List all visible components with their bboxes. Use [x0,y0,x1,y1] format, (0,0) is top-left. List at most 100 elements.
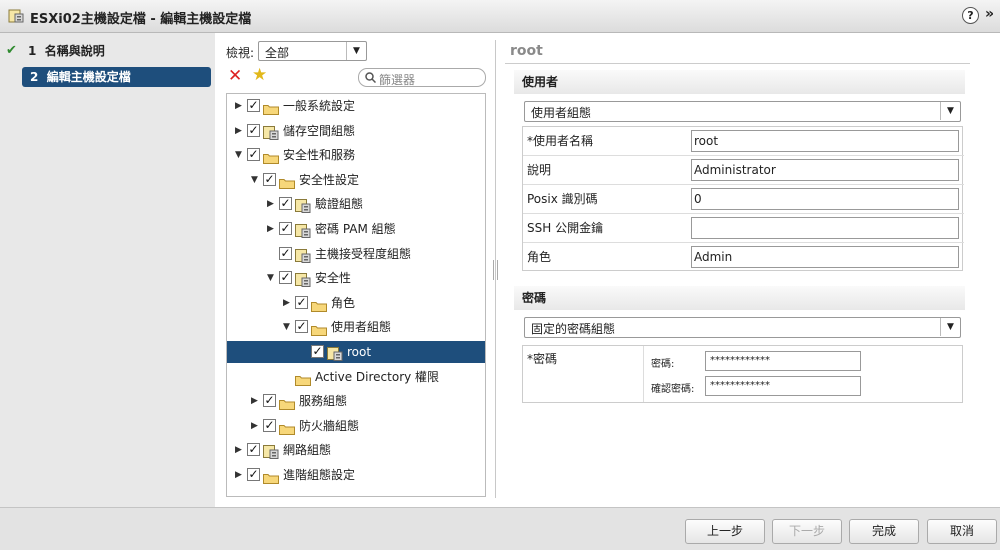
expand-toggle-icon[interactable]: ▶ [235,95,245,117]
step-2-active[interactable]: 2 編輯主機設定檔 [22,67,211,87]
splitter-handle[interactable] [493,260,498,280]
step-label: 編輯主機設定檔 [46,70,131,84]
tree-node[interactable]: ▼ ✓ 使用者組態 [227,316,485,338]
next-button[interactable]: 下一步 [772,519,842,544]
tree-node[interactable]: ▶ ✓ 驗證組態 [227,193,485,215]
tree-node[interactable]: ✓ 主機接受程度組態 [227,243,485,265]
cancel-button[interactable]: 取消 [927,519,997,544]
node-label: Active Directory 權限 [315,369,440,384]
password-config-select[interactable]: 固定的密碼組態 ▼ [524,317,961,338]
password-field[interactable]: ************ [705,351,861,371]
confirm-password-label: 確認密碼: [651,384,695,395]
ssh-key-row: SSH 公開金鑰 [523,214,964,243]
tree-node[interactable]: ▶ ✓ 進階組態設定 [227,464,485,486]
footer-bar: 上一步 下一步 完成 取消 [0,507,1000,550]
password-label: 密碼: [651,359,675,370]
confirm-password-field[interactable]: ************ [705,376,861,396]
node-checkbox[interactable]: ✓ [247,443,260,457]
ssh-key-field[interactable] [691,217,959,239]
expand-toggle-icon[interactable]: ▶ [267,218,277,240]
expand-toggle-icon[interactable]: ▼ [267,267,277,289]
node-checkbox[interactable]: ✓ [247,468,260,481]
node-checkbox[interactable]: ✓ [247,123,260,137]
tree-node[interactable]: ▶ ✓ 防火牆組態 [227,415,485,437]
node-checkbox[interactable]: ✓ [263,172,276,186]
help-icon[interactable]: ? [962,7,979,24]
folder-icon [263,469,279,491]
node-checkbox[interactable]: ✓ [247,148,260,162]
step-1[interactable]: ✔ 1 名稱與說明 [0,41,215,61]
expand-toggle-icon[interactable]: ▶ [235,120,245,142]
node-label: 進階組態設定 [283,468,356,482]
node-label: 角色 [331,295,356,310]
ssh-key-label: SSH 公開金鑰 [527,221,604,235]
username-label: *使用者名稱 [527,134,594,148]
title-bar: ESXi02主機設定檔 - 編輯主機設定檔 ? » [0,0,1000,33]
collapse-icon[interactable]: » [985,6,994,22]
node-checkbox[interactable]: ✓ [279,197,292,211]
star-add-icon[interactable]: ★ [252,65,267,85]
posix-id-field[interactable]: 0 [691,188,959,210]
node-label: 驗證組態 [315,197,364,212]
profile-tree: ▶ ✓ 一般系統設定 ▶ ✓ 儲存空間組態 ▼ ✓ 安全性和服務 ▼ ✓ 安全性設定 ▶ ✓ 驗證組態 ▶ ✓ 密… [226,93,486,497]
wizard-steps: ✔ 1 名稱與說明 2 編輯主機設定檔 [0,33,215,507]
back-button[interactable]: 上一步 [685,519,765,544]
node-label: 防火牆組態 [299,418,360,433]
node-checkbox[interactable]: ✓ [311,345,324,358]
finish-button[interactable]: 完成 [849,519,919,544]
node-checkbox[interactable]: ✓ [247,99,260,112]
node-label: 服務組態 [299,394,348,409]
role-field[interactable]: Admin [691,246,959,268]
tree-node[interactable]: ▼ ✓ 安全性 [227,267,485,289]
checkmark-icon: ✔ [6,43,17,58]
delete-icon[interactable]: ✕ [228,66,242,86]
expand-toggle-icon[interactable]: ▼ [251,169,261,191]
tree-node[interactable]: Active Directory 權限 [227,366,485,388]
tree-node[interactable]: ▶ ✓ 角色 [227,292,485,314]
expand-toggle-icon[interactable]: ▶ [235,439,245,461]
user-section-header: 使用者 [514,70,965,94]
chevron-down-icon: ▼ [940,102,960,120]
node-checkbox[interactable]: ✓ [295,320,308,334]
node-label: 密碼 PAM 組態 [315,222,396,236]
tree-node[interactable]: ▶ ✓ 儲存空間組態 [227,120,485,142]
divider [505,63,970,64]
node-checkbox[interactable]: ✓ [279,271,292,285]
tree-node[interactable]: ▼ ✓ 安全性設定 [227,169,485,191]
step-number: 2 [30,70,39,84]
tree-node[interactable]: ▼ ✓ 安全性和服務 [227,144,485,166]
tree-node[interactable]: ▶ ✓ 一般系統設定 [227,95,485,117]
expand-toggle-icon[interactable]: ▶ [235,464,245,486]
node-checkbox[interactable]: ✓ [279,222,292,235]
expand-toggle-icon[interactable]: ▼ [283,316,293,338]
tree-node[interactable]: ▶ ✓ 網路組態 [227,439,485,461]
username-field[interactable]: root [691,130,959,152]
node-label: 儲存空間組態 [283,123,356,138]
filter-input[interactable]: 篩選器 [358,68,486,87]
view-label: 檢視: [226,46,255,60]
description-row: 說明 Administrator [523,156,964,185]
tree-node[interactable]: ▶ ✓ 密碼 PAM 組態 [227,218,485,240]
view-select[interactable]: 全部 ▼ [258,41,367,61]
expand-toggle-icon[interactable]: ▼ [235,144,245,166]
node-checkbox[interactable]: ✓ [263,418,276,432]
tree-node[interactable]: ✓ root [227,341,485,363]
chevron-down-icon: ▼ [940,318,960,336]
node-checkbox[interactable]: ✓ [295,295,308,309]
view-select-value: 全部 [265,46,290,60]
node-checkbox[interactable]: ✓ [279,246,292,260]
posix-id-label: Posix 識別碼 [527,192,598,206]
expand-toggle-icon[interactable]: ▶ [251,390,261,412]
username-row: *使用者名稱 root [523,127,964,156]
user-config-select[interactable]: 使用者組態 ▼ [524,101,961,122]
user-config-value: 使用者組態 [531,106,592,120]
expand-toggle-icon[interactable]: ▶ [251,415,261,437]
description-field[interactable]: Administrator [691,159,959,181]
password-row-label: *密碼 [527,352,558,366]
description-label: 說明 [527,163,552,177]
node-checkbox[interactable]: ✓ [263,394,276,408]
node-label: 主機接受程度組態 [315,246,412,261]
expand-toggle-icon[interactable]: ▶ [267,193,277,215]
tree-node[interactable]: ▶ ✓ 服務組態 [227,390,485,412]
expand-toggle-icon[interactable]: ▶ [283,292,293,314]
